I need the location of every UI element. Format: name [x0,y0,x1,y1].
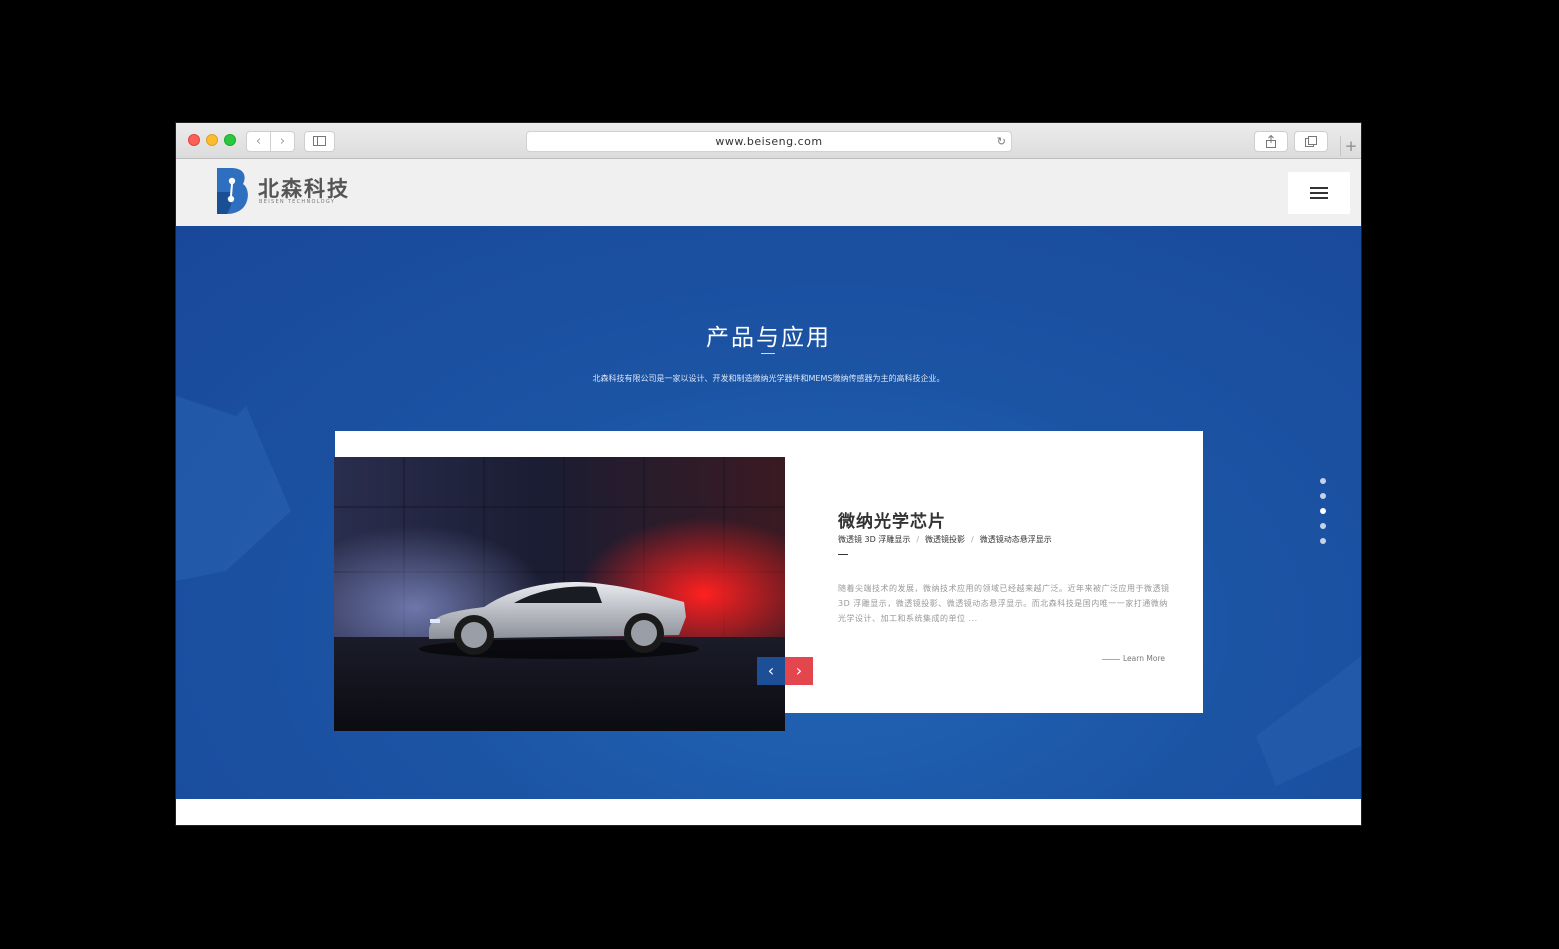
browser-toolbar: ‹ › www.beiseng.com ↻ + [176,123,1361,159]
sidebar-toggle-button[interactable] [304,131,335,152]
tabs-icon [1305,136,1317,147]
product-description: 随着尖端技术的发展，微纳技术应用的领域已经越来越广泛。近年来被广泛应用于微透镜 … [838,584,1170,623]
carousel-next-button[interactable]: › [785,657,813,685]
tab-overview-button[interactable] [1294,131,1328,152]
logo-text-en: BEISEN TECHNOLOGY [259,199,336,205]
chevron-left-icon: ‹ [255,134,262,149]
menu-button[interactable] [1288,172,1350,214]
plus-icon: + [1344,137,1358,155]
title-divider [761,353,775,354]
maximize-window-button[interactable] [224,134,236,146]
products-section: 产品与应用 北森科技有限公司是一家以设计、开发和制造微纳光学器件和MEMS微纳传… [176,226,1361,799]
tag-separator: / [916,535,920,544]
pagination-dot[interactable] [1320,538,1326,544]
share-button[interactable] [1254,131,1288,152]
decorative-shape [1256,656,1361,786]
decorative-shape [176,396,291,581]
new-tab-button[interactable]: + [1340,136,1361,156]
url-text: www.beiseng.com [715,135,823,148]
learn-more-link[interactable]: Learn More [1102,654,1165,663]
product-image [334,457,785,731]
hamburger-icon [1310,187,1328,189]
pagination-dot[interactable] [1320,478,1326,484]
chevron-left-icon: ‹ [767,661,775,680]
learn-more-label: Learn More [1123,654,1165,663]
reload-icon[interactable]: ↻ [997,132,1006,151]
tag-separator: / [971,535,974,544]
forward-button[interactable]: › [270,131,295,152]
section-title: 产品与应用 [706,325,831,351]
pagination-dot[interactable] [1320,493,1326,499]
minimize-window-button[interactable] [206,134,218,146]
page-footer-strip [176,799,1361,825]
product-tags: 微透镜 3D 浮雕显示 / 微透镜投影 / 微透镜动态悬浮显示 [838,534,1052,545]
product-tag[interactable]: 微透镜投影 [925,535,965,544]
slide-pagination [1320,478,1330,553]
product-tag[interactable]: 微透镜 3D 浮雕显示 [838,535,910,544]
product-title: 微纳光学芯片 [838,512,946,532]
product-tag[interactable]: 微透镜动态悬浮显示 [980,535,1052,544]
pagination-dot[interactable] [1320,523,1326,529]
chevron-right-icon: › [795,661,803,680]
close-window-button[interactable] [188,134,200,146]
address-bar[interactable]: www.beiseng.com ↻ [526,131,1012,152]
share-icon [1266,134,1276,148]
product-divider [838,554,848,555]
section-description: 北森科技有限公司是一家以设计、开发和制造微纳光学器件和MEMS微纳传感器为主的高… [592,374,945,383]
chevron-right-icon: › [279,134,286,149]
pagination-dot-active[interactable] [1320,508,1326,514]
logo-icon[interactable] [217,168,249,214]
carousel-prev-button[interactable]: ‹ [757,657,785,685]
sidebar-icon [313,136,326,146]
back-button[interactable]: ‹ [246,131,271,152]
site-header: 北森科技 BEISEN TECHNOLOGY [176,159,1361,226]
browser-window: ‹ › www.beiseng.com ↻ + 北森科技 BEISEN TECH… [176,123,1361,825]
